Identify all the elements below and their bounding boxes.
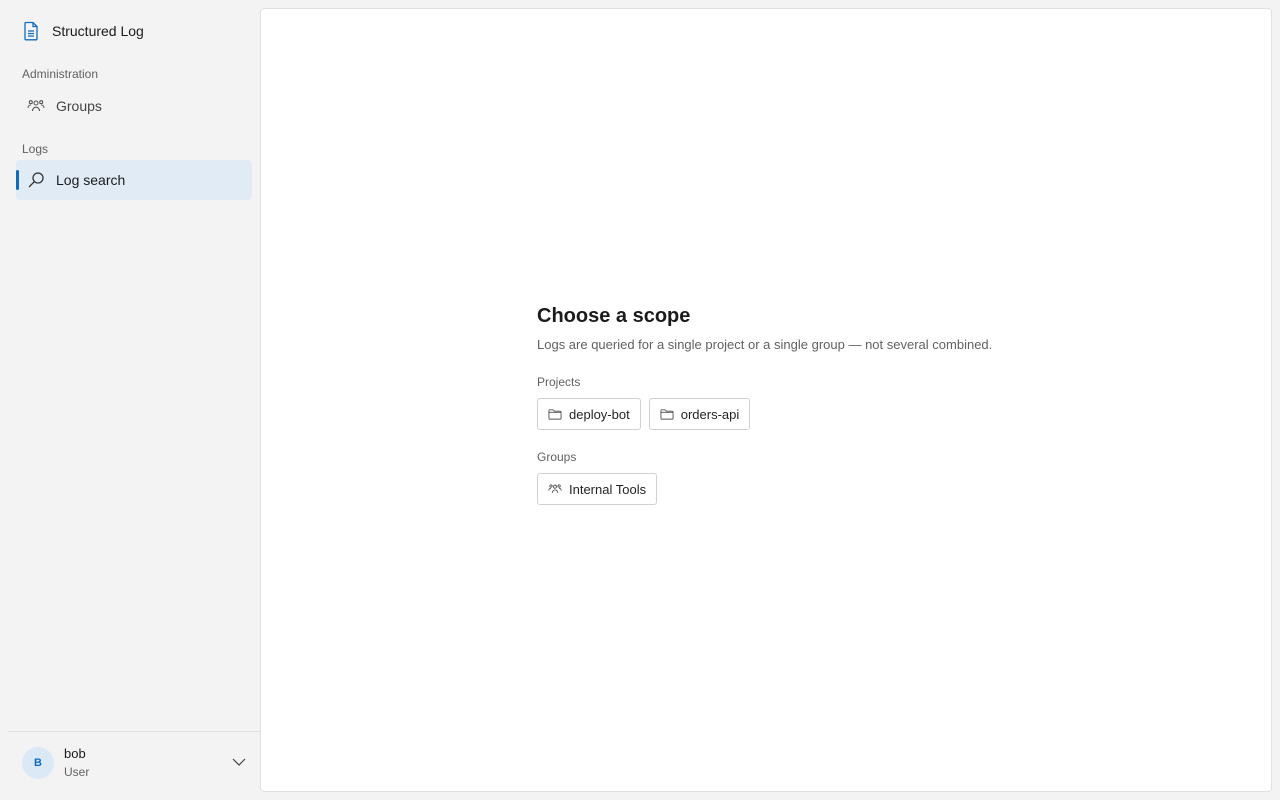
main-panel: Choose a scope Logs are queried for a si… bbox=[260, 8, 1272, 792]
section-label-logs: Logs bbox=[22, 142, 49, 156]
people-icon bbox=[548, 482, 562, 496]
project-chip-orders-api[interactable]: orders-api bbox=[648, 398, 751, 430]
page-title: Choose a scope bbox=[537, 305, 691, 327]
sidebar-item-groups[interactable]: Groups bbox=[16, 86, 252, 126]
user-divider bbox=[8, 731, 260, 732]
chip-label: orders-api bbox=[680, 406, 740, 422]
groups-list: Internal Tools bbox=[537, 473, 1037, 505]
sidebar: Structured Log Administration Groups Log… bbox=[0, 0, 260, 800]
group-chip-internal-tools[interactable]: Internal Tools bbox=[537, 473, 658, 505]
user-name: bob bbox=[64, 746, 86, 761]
people-icon bbox=[27, 97, 45, 115]
app-title: Structured Log bbox=[52, 23, 144, 39]
folder-icon bbox=[548, 407, 562, 421]
user-menu-button[interactable] bbox=[230, 754, 248, 770]
brand[interactable]: Structured Log bbox=[22, 20, 144, 42]
chevron-down-icon bbox=[232, 753, 246, 771]
app-root: Structured Log Administration Groups Log… bbox=[0, 0, 1280, 800]
folder-icon bbox=[660, 407, 674, 421]
sidebar-item-log-search[interactable]: Log search bbox=[16, 160, 252, 200]
sidebar-item-label: Groups bbox=[56, 98, 102, 114]
chip-label: Internal Tools bbox=[569, 481, 647, 497]
sidebar-item-label: Log search bbox=[56, 172, 126, 188]
document-icon bbox=[22, 21, 40, 41]
scope-chooser: Choose a scope Logs are queried for a si… bbox=[537, 302, 1037, 505]
user-role: User bbox=[64, 765, 90, 779]
avatar: B bbox=[22, 747, 54, 779]
user-profile[interactable]: B bob User bbox=[22, 746, 89, 780]
page-description: Logs are queried for a single project or… bbox=[537, 337, 993, 352]
projects-list: deploy-bot orders-api bbox=[537, 398, 1037, 430]
project-chip-deploy-bot[interactable]: deploy-bot bbox=[537, 398, 641, 430]
groups-label: Groups bbox=[537, 450, 577, 464]
section-label-administration: Administration bbox=[22, 67, 99, 81]
projects-label: Projects bbox=[537, 375, 581, 389]
search-icon bbox=[27, 171, 45, 189]
chip-label: deploy-bot bbox=[569, 406, 630, 422]
user-info: bob User bbox=[64, 745, 89, 781]
